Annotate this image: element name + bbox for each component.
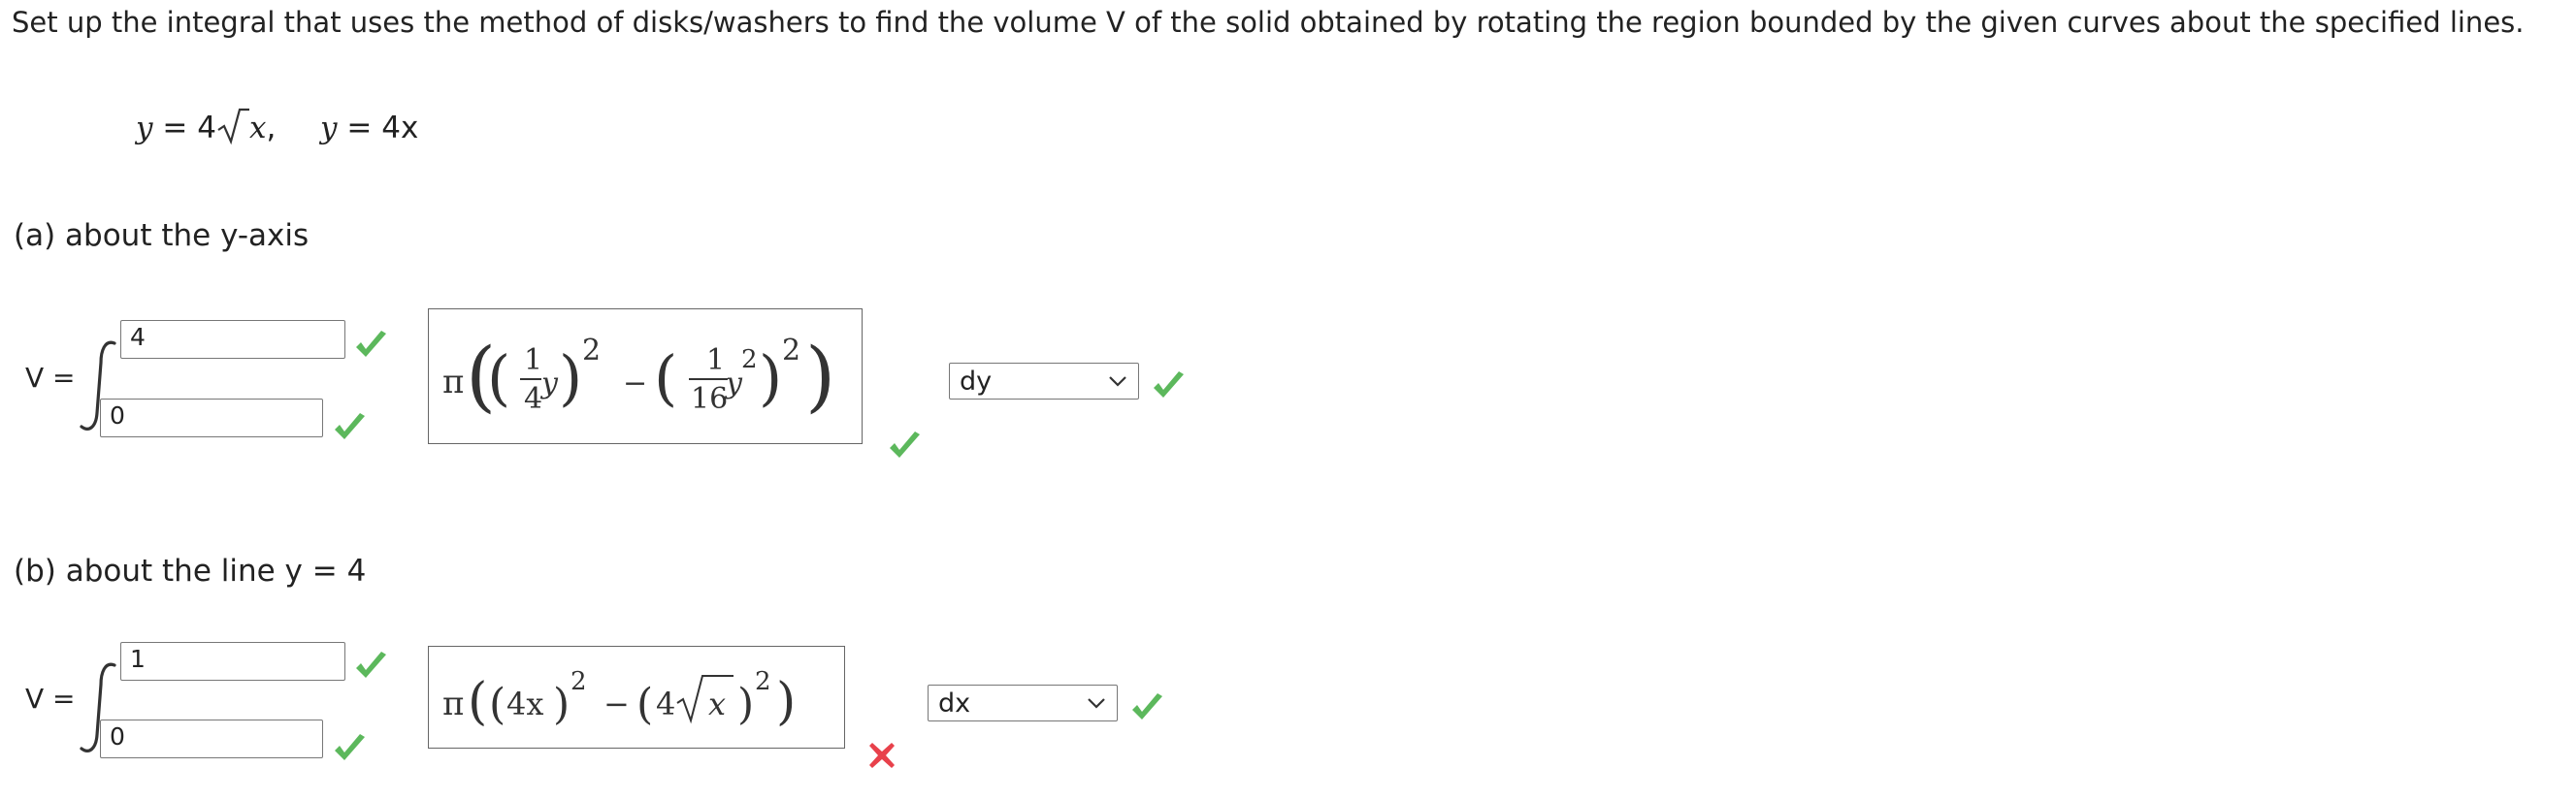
problem-prompt: Set up the integral that uses the method… xyxy=(12,6,2525,39)
check-icon xyxy=(1154,371,1184,398)
part-b-lower-limit-input[interactable]: 0 xyxy=(100,720,323,758)
check-icon xyxy=(335,734,365,760)
curve2-lhs: y xyxy=(320,111,338,145)
frac1-denominator: 4 xyxy=(524,382,542,416)
part-b-integrand-expression: π ( ( 4x ) 2 − ( 4 x ) 2 ) xyxy=(442,667,796,731)
part-a-integrand-answer[interactable]: π ( ( 1 4 y ) 2 − ( 1 16 y 2 ) 2 ) xyxy=(428,308,863,444)
check-icon xyxy=(356,331,386,357)
chevron-down-icon xyxy=(1109,376,1126,387)
part-b-differential-value: dx xyxy=(938,688,971,719)
frac2-numerator: 1 xyxy=(706,343,725,377)
radicand2: x xyxy=(708,686,726,722)
curve-separator: , xyxy=(266,111,277,145)
inner-exp2: 2 xyxy=(741,345,758,374)
frac1-numerator: 1 xyxy=(524,343,542,377)
pi-symbol: π xyxy=(442,685,464,723)
curve1-coef: 4 xyxy=(197,111,216,145)
check-icon xyxy=(1132,693,1162,720)
part-b-differential-select[interactable]: dx xyxy=(928,685,1118,721)
svg-text:(: ( xyxy=(489,680,505,729)
check-icon xyxy=(335,413,365,439)
curve2-rhs: 4x xyxy=(381,111,419,145)
svg-text:): ) xyxy=(553,680,570,729)
curve1-lhs: y xyxy=(136,111,153,145)
svg-text:): ) xyxy=(805,331,835,421)
part-b-upper-limit-input[interactable]: 1 xyxy=(120,642,345,681)
svg-text:(: ( xyxy=(654,342,677,413)
part-b-volume-label: V = xyxy=(25,683,76,715)
exp1: 2 xyxy=(582,334,601,368)
var1: y xyxy=(539,367,559,400)
svg-text:): ) xyxy=(776,673,796,731)
svg-text:): ) xyxy=(559,342,582,413)
sqrt-icon xyxy=(217,108,249,145)
svg-text:): ) xyxy=(759,342,782,413)
svg-text:(: ( xyxy=(468,673,487,731)
part-a-lower-limit-input[interactable]: 0 xyxy=(100,399,323,437)
minus-sign: − xyxy=(603,686,630,722)
part-b-integrand-answer[interactable]: π ( ( 4x ) 2 − ( 4 x ) 2 ) xyxy=(428,646,845,749)
svg-text:): ) xyxy=(737,680,754,729)
term1: 4x xyxy=(506,686,543,722)
frac2-denominator: 16 xyxy=(691,382,728,416)
exp1: 2 xyxy=(571,667,587,696)
part-a-differential-value: dy xyxy=(960,366,993,397)
given-curves: y = 4 x, y = 4x xyxy=(136,107,418,145)
part-a-volume-label: V = xyxy=(25,362,76,394)
check-icon xyxy=(890,432,920,458)
part-b-label: (b) about the line y = 4 xyxy=(14,554,367,589)
part-a-integrand-expression: π ( ( 1 4 y ) 2 − ( 1 16 y 2 ) 2 ) xyxy=(442,331,835,421)
svg-text:(: ( xyxy=(636,680,653,729)
x-icon xyxy=(869,743,895,768)
curve1-radicand: x xyxy=(248,111,267,145)
coef2: 4 xyxy=(656,686,675,722)
part-a-upper-limit-input[interactable]: 4 xyxy=(120,320,345,359)
chevron-down-icon xyxy=(1088,698,1105,709)
svg-text:(: ( xyxy=(487,342,510,413)
exp2: 2 xyxy=(782,334,800,368)
exp2: 2 xyxy=(755,667,771,696)
check-icon xyxy=(356,652,386,678)
minus-sign: − xyxy=(623,367,647,400)
var2: y xyxy=(724,367,743,400)
pi-symbol: π xyxy=(442,363,464,401)
part-a-differential-select[interactable]: dy xyxy=(949,363,1139,400)
part-a-label: (a) about the y-axis xyxy=(14,218,310,253)
